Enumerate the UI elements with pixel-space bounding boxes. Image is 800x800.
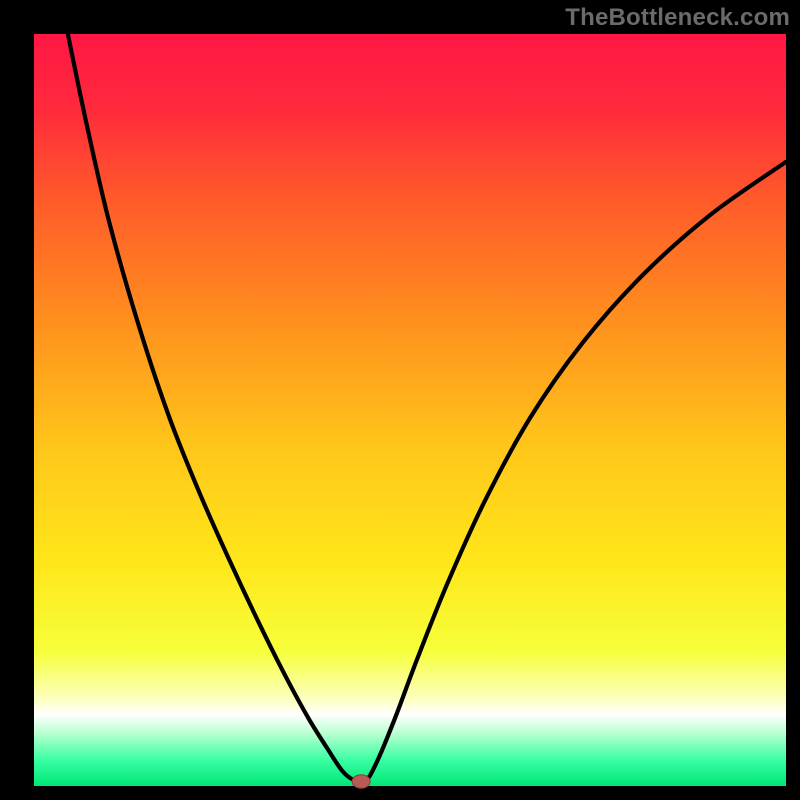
watermark-text: TheBottleneck.com — [565, 4, 790, 32]
bottleneck-chart — [0, 0, 800, 800]
optimal-point-marker — [352, 775, 370, 789]
chart-frame: TheBottleneck.com — [0, 0, 800, 800]
